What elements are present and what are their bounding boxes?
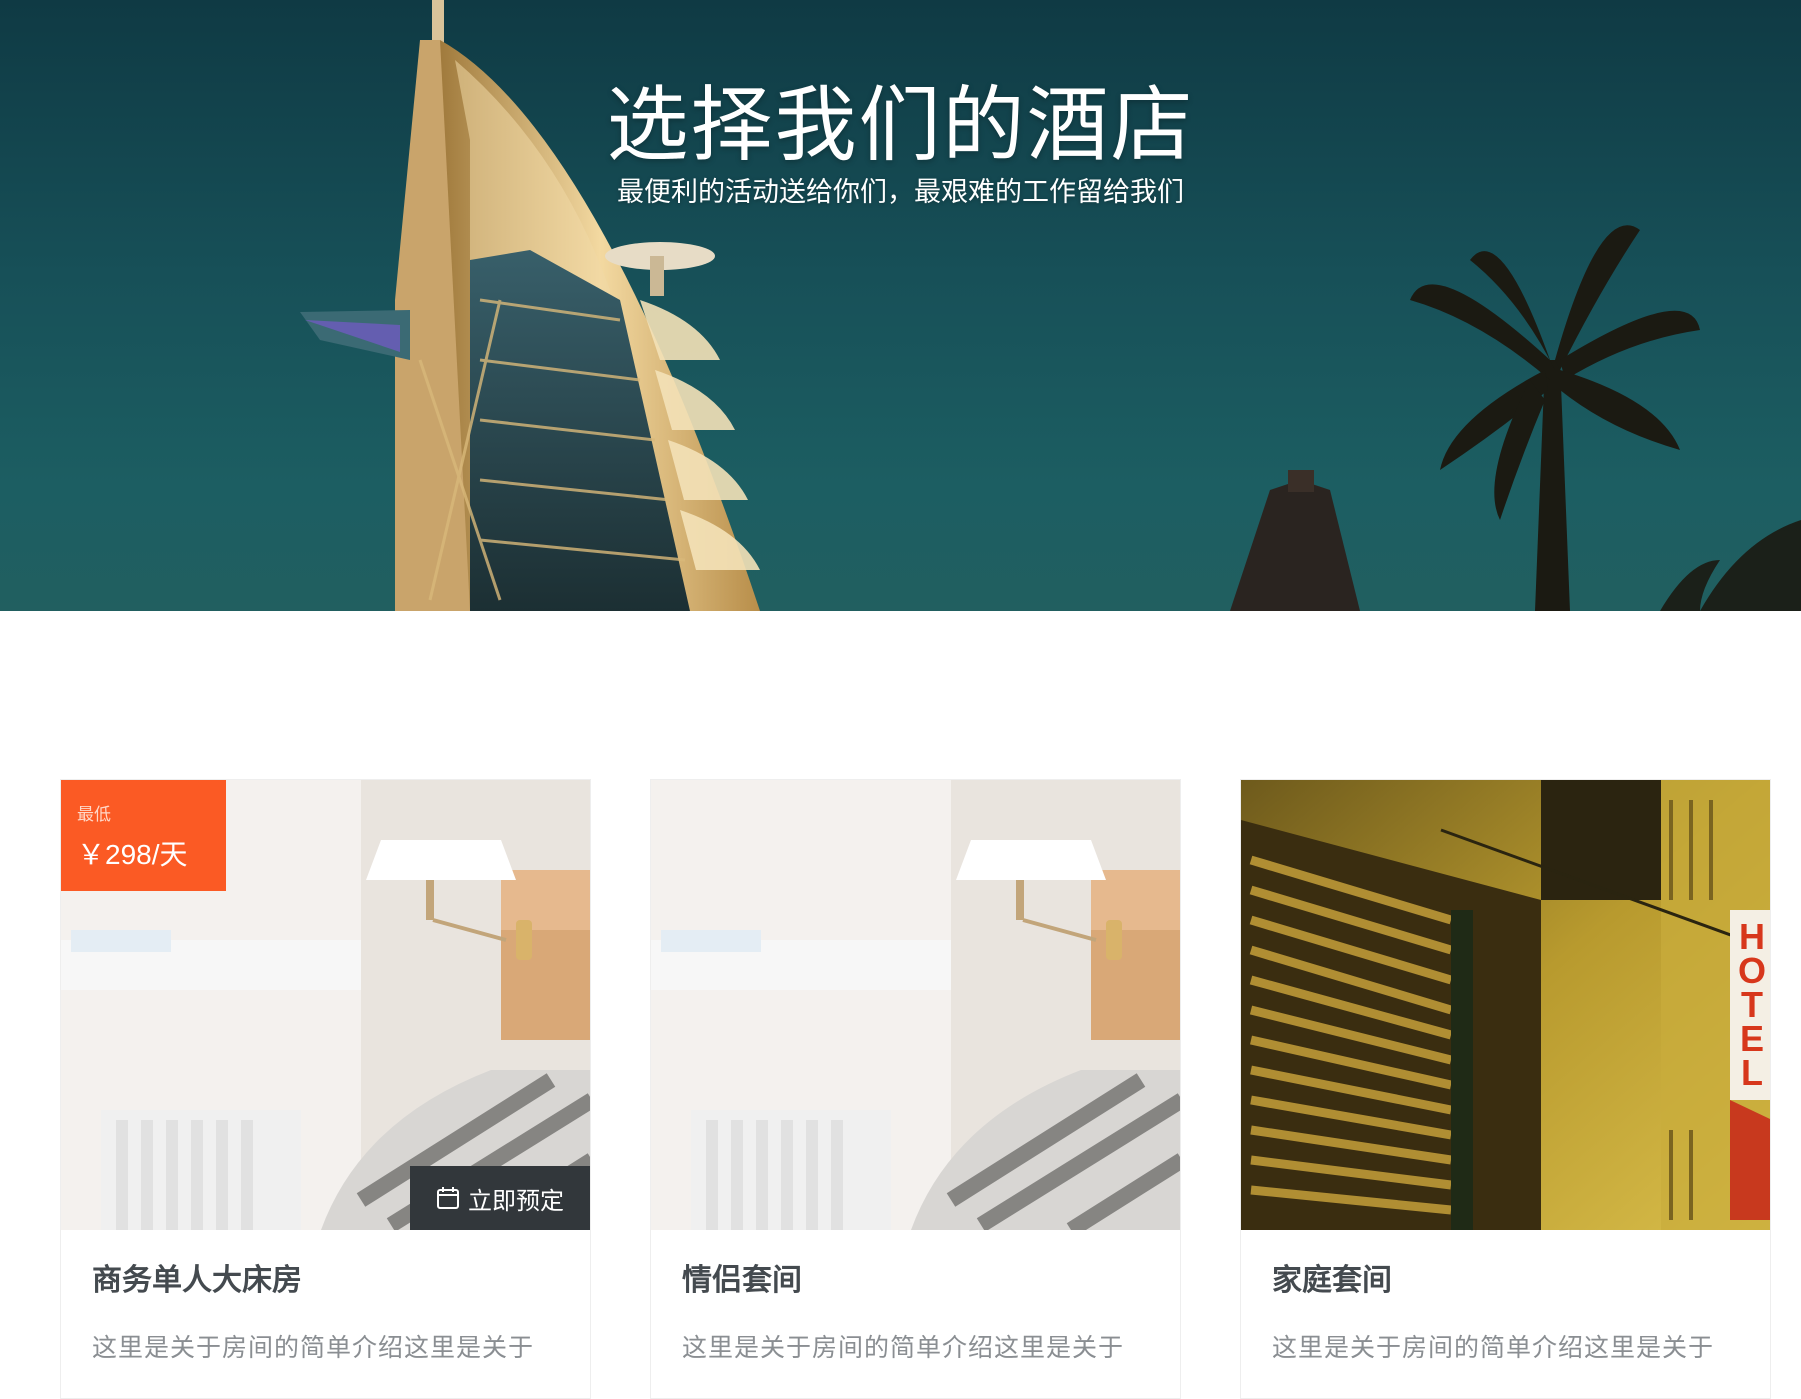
- room-photo: HOTEL: [1241, 780, 1770, 1230]
- hotel-sign: HOTEL: [1735, 916, 1769, 1093]
- hotel-sign-text: HOTEL: [1738, 916, 1767, 1093]
- room-photo: [651, 780, 1180, 1230]
- price-min-label: 最低: [77, 805, 111, 825]
- book-now-label: 立即预定: [468, 1186, 564, 1215]
- room-description: 这里是关于房间的简单介绍这里是关于: [682, 1333, 1125, 1362]
- price-value: ￥298/天: [77, 839, 188, 870]
- room-name[interactable]: 情侣套间: [682, 1255, 802, 1299]
- hero-subtitle: 最便利的活动送给你们，最艰难的工作留给我们: [617, 177, 1184, 208]
- room-description: 这里是关于房间的简单介绍这里是关于: [1272, 1333, 1715, 1362]
- hero-title: 选择我们的酒店: [606, 78, 1195, 173]
- room-card[interactable]: 最低 ￥298/天 立即预定 商务单人大床房 这里是关于房间的简单介绍这里是关于: [60, 779, 591, 1399]
- room-name[interactable]: 家庭套间: [1272, 1255, 1392, 1299]
- room-name[interactable]: 商务单人大床房: [92, 1255, 302, 1299]
- hero-banner: 选择我们的酒店 最便利的活动送给你们，最艰难的工作留给我们: [0, 0, 1801, 611]
- room-card[interactable]: HOTEL 家庭套间 这里是关于房间的简单介绍这里是关于: [1240, 779, 1771, 1399]
- room-description: 这里是关于房间的简单介绍这里是关于: [92, 1333, 535, 1362]
- room-card[interactable]: 情侣套间 这里是关于房间的简单介绍这里是关于: [650, 779, 1181, 1399]
- book-now-button[interactable]: 立即预定: [410, 1166, 590, 1230]
- price-badge: 最低 ￥298/天: [61, 780, 226, 891]
- calendar-icon: [436, 1186, 460, 1210]
